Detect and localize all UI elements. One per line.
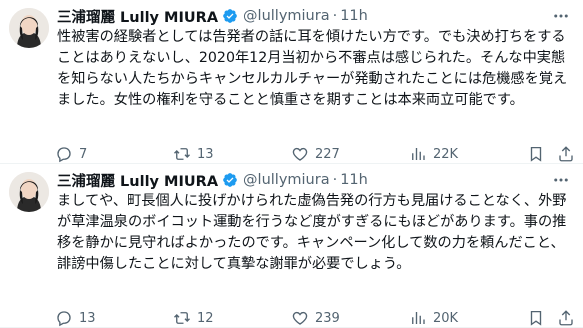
avatar-portrait-icon [9, 8, 49, 48]
tweet[interactable]: 三浦瑠麗 Lully MIURA @lullymiura · 11h 性被害の経… [0, 0, 583, 164]
timestamp[interactable]: 11h [340, 172, 368, 188]
views-button[interactable]: 20K [409, 309, 469, 327]
repost-button[interactable]: 13 [173, 145, 233, 163]
repost-icon [174, 148, 190, 160]
reply-button[interactable]: 13 [55, 309, 115, 327]
bookmark-icon [530, 310, 542, 326]
bookmark-button[interactable] [527, 145, 545, 163]
bookmark-icon [530, 146, 542, 162]
like-icon [292, 311, 308, 325]
share-icon [559, 310, 573, 326]
view-count: 22K [433, 146, 459, 162]
handle[interactable]: @lullymiura [243, 8, 330, 24]
bookmark-button[interactable] [527, 309, 545, 327]
avatar-portrait-icon [9, 172, 49, 212]
tweet[interactable]: 三浦瑠麗 Lully MIURA @lullymiura · 11h ましてや、… [0, 164, 583, 328]
share-icon [559, 146, 573, 162]
tweet-header: 三浦瑠麗 Lully MIURA @lullymiura · 11h [57, 170, 571, 190]
reply-icon [57, 147, 71, 163]
repost-count: 13 [197, 146, 214, 162]
like-count: 239 [315, 310, 340, 326]
tweet-text: ましてや、町長個人に投げかけられた虚偽告発の行方も見届けることなく、外野が草津温… [57, 193, 567, 272]
views-button[interactable]: 22K [409, 145, 469, 163]
tweet-text: 性被害の経験者としては告発者の話に耳を傾けたい方です。でも決め打ちをすることはあ… [57, 29, 568, 108]
action-bar: 13 12 239 20K [55, 308, 575, 328]
display-name[interactable]: 三浦瑠麗 Lully MIURA [57, 6, 218, 27]
reply-count: 13 [79, 310, 96, 326]
reply-count: 7 [79, 146, 88, 162]
repost-icon [174, 312, 190, 324]
verified-badge-icon[interactable] [222, 172, 238, 188]
verified-badge-icon[interactable] [222, 8, 238, 24]
separator: · [332, 172, 338, 188]
tweet-header: 三浦瑠麗 Lully MIURA @lullymiura · 11h [57, 6, 571, 26]
avatar[interactable] [9, 8, 49, 48]
handle[interactable]: @lullymiura [243, 172, 330, 188]
action-bar: 7 13 227 22K [55, 144, 575, 164]
reply-icon [57, 311, 71, 327]
more-button[interactable] [551, 170, 571, 190]
display-name[interactable]: 三浦瑠麗 Lully MIURA [57, 170, 218, 191]
repost-button[interactable]: 12 [173, 309, 233, 327]
like-button[interactable]: 239 [291, 309, 351, 327]
separator: · [332, 8, 338, 24]
more-icon [554, 14, 568, 18]
timestamp[interactable]: 11h [340, 8, 368, 24]
share-button[interactable] [545, 309, 575, 327]
views-icon [412, 312, 425, 324]
view-count: 20K [433, 310, 459, 326]
repost-count: 12 [197, 310, 214, 326]
views-icon [412, 148, 425, 160]
like-icon [292, 147, 308, 161]
share-button[interactable] [545, 145, 575, 163]
avatar[interactable] [9, 172, 49, 212]
like-button[interactable]: 227 [291, 145, 351, 163]
more-button[interactable] [551, 6, 571, 26]
like-count: 227 [315, 146, 340, 162]
more-icon [554, 178, 568, 182]
reply-button[interactable]: 7 [55, 145, 115, 163]
